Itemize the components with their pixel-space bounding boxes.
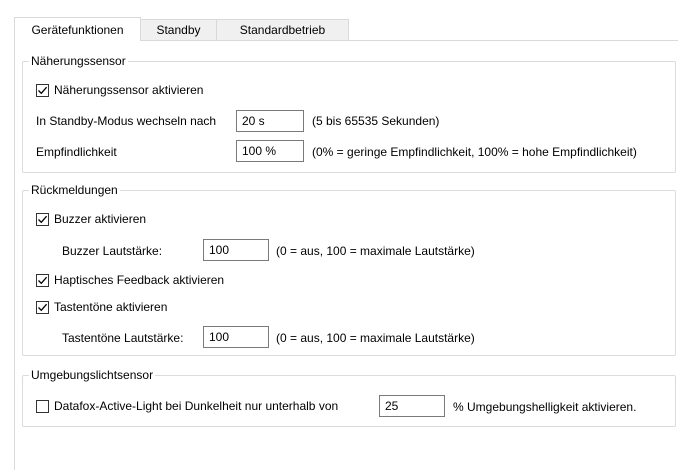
- buzzer-volume-label: Buzzer Lautstärke:: [62, 244, 163, 258]
- brightness-threshold-input[interactable]: 25: [379, 395, 445, 417]
- keytone-enable-checkbox[interactable]: [36, 301, 49, 314]
- buzzer-enable-label: Buzzer aktivieren: [54, 212, 147, 226]
- check-icon: [38, 215, 48, 224]
- check-icon: [38, 303, 48, 312]
- haptic-feedback-checkbox[interactable]: [36, 274, 49, 287]
- sensitivity-label: Empfindlichkeit: [36, 145, 117, 159]
- buzzer-volume-input[interactable]: 100: [203, 239, 269, 261]
- keytone-volume-input[interactable]: 100: [203, 326, 269, 348]
- tab-geraetefunktionen[interactable]: Gerätefunktionen: [14, 17, 141, 41]
- keytone-enable-label: Tastentöne aktivieren: [54, 300, 168, 314]
- tab-standardbetrieb[interactable]: Standardbetrieb: [216, 19, 349, 40]
- standby-delay-hint: (5 bis 65535 Sekunden): [312, 114, 440, 128]
- sensitivity-input[interactable]: 100 %: [236, 140, 304, 162]
- haptic-feedback-label: Haptisches Feedback aktivieren: [54, 273, 225, 287]
- active-light-checkbox[interactable]: [36, 400, 49, 413]
- active-light-label: Datafox-Active-Light bei Dunkelheit nur …: [54, 399, 339, 413]
- standby-delay-label: In Standby-Modus wechseln nach: [36, 114, 217, 128]
- brightness-threshold-suffix: % Umgebungshelligkeit aktivieren.: [453, 400, 637, 414]
- keytone-volume-hint: (0 = aus, 100 = maximale Lautstärke): [276, 331, 475, 345]
- tab-standby[interactable]: Standby: [140, 19, 217, 40]
- group-title: Rückmeldungen: [29, 183, 120, 197]
- keytone-volume-label: Tastentöne Lautstärke:: [62, 331, 184, 345]
- group-title: Umgebungslichtsensor: [29, 368, 156, 382]
- check-icon: [38, 276, 48, 285]
- group-title: Näherungssensor: [29, 54, 128, 68]
- standby-delay-input[interactable]: 20 s: [236, 110, 304, 132]
- buzzer-volume-hint: (0 = aus, 100 = maximale Lautstärke): [276, 244, 475, 258]
- check-icon: [38, 86, 48, 95]
- sensitivity-hint: (0% = geringe Empfindlichkeit, 100% = ho…: [312, 145, 637, 159]
- proximity-enable-checkbox[interactable]: [36, 84, 49, 97]
- buzzer-enable-checkbox[interactable]: [36, 213, 49, 226]
- proximity-enable-label: Näherungssensor aktivieren: [54, 83, 204, 97]
